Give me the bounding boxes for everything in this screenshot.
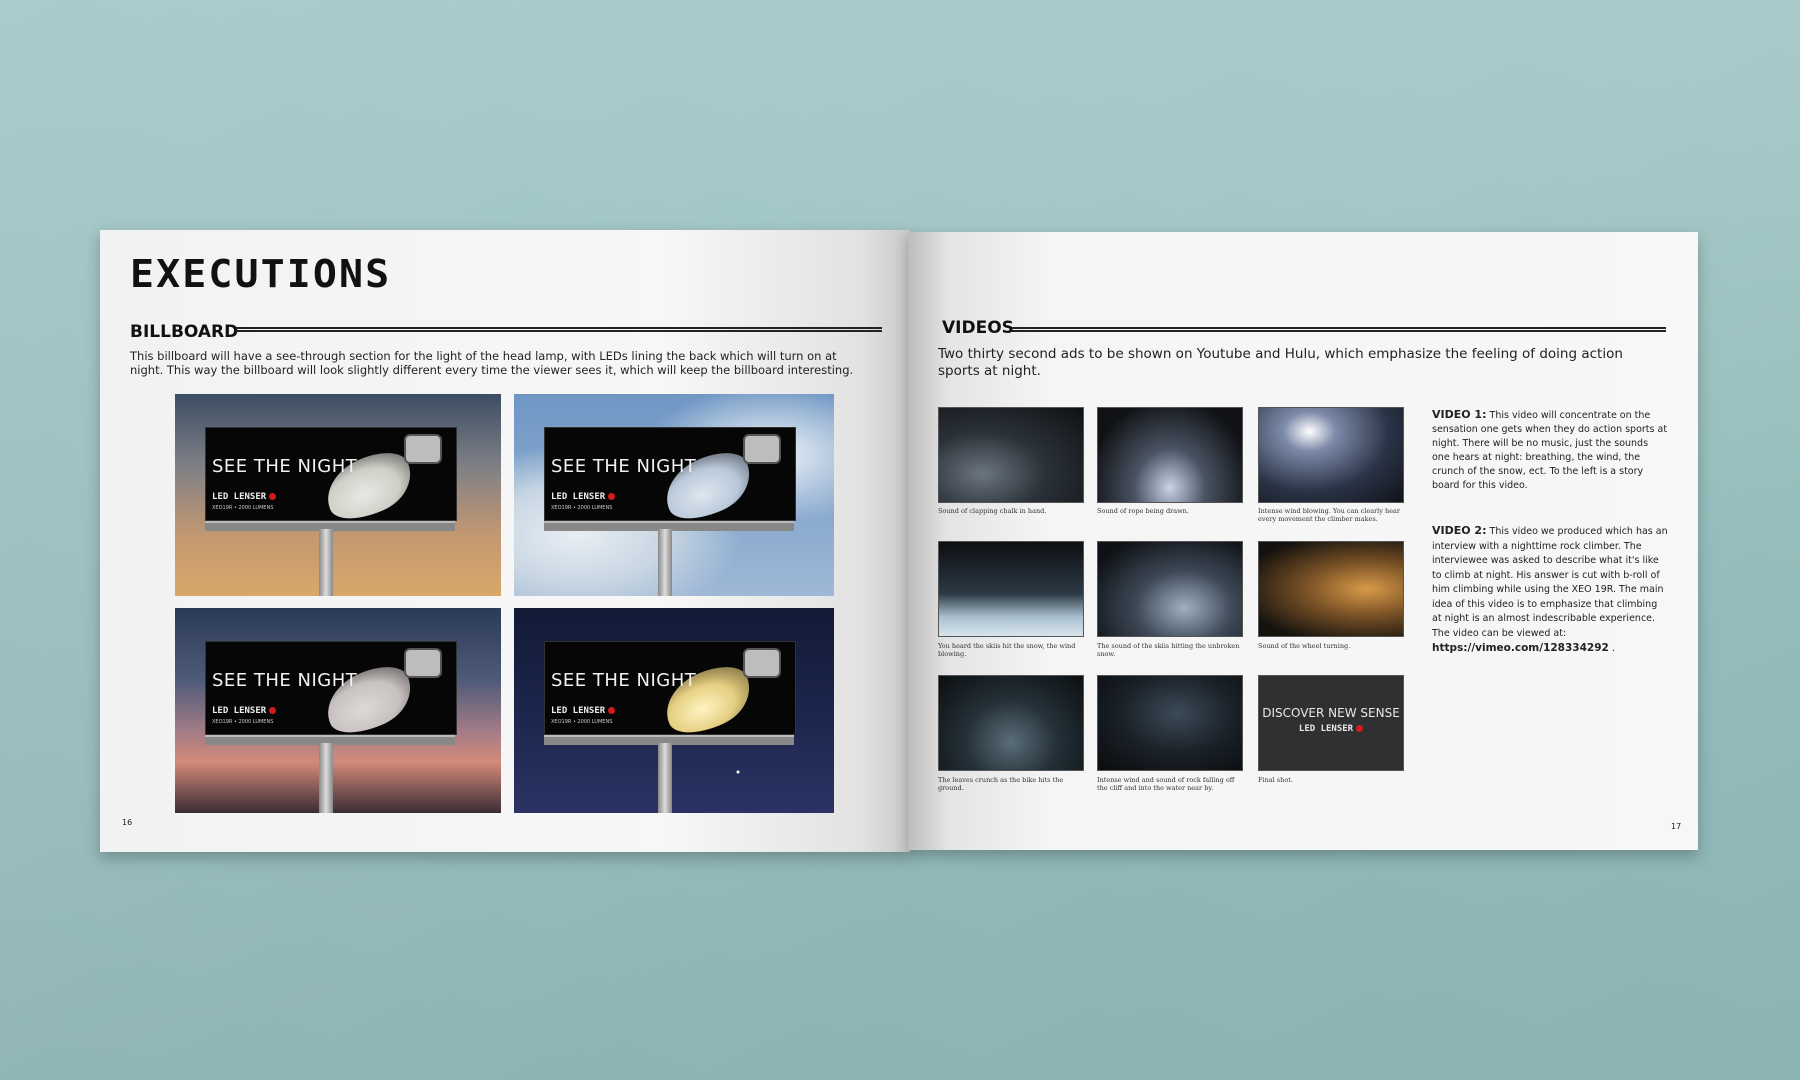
brand-logo: LED LENSER	[212, 492, 277, 502]
billboard-pole	[319, 743, 333, 813]
billboard-headline: SEE THE NIGHT	[212, 456, 358, 477]
storyboard-frame-1	[938, 407, 1084, 503]
storyboard-caption-6: Sound of the wheel turning.	[1258, 642, 1351, 650]
billboard-headline: SEE THE NIGHT	[551, 456, 697, 477]
page-title: EXECUTIONS	[130, 252, 392, 296]
logo-dot-icon	[269, 493, 277, 500]
brand-text: LED LENSER	[551, 706, 606, 716]
billboard-heading: BILLBOARD	[130, 322, 239, 342]
billboard-image-clouds: SEE THE NIGHT LED LENSER XEO19R • 2000 L…	[514, 394, 834, 596]
video2-label: VIDEO 2:	[1432, 524, 1487, 537]
videos-description: Two thirty second ads to be shown on You…	[938, 346, 1623, 379]
model-text: XEO19R • 2000 LUMENS	[551, 719, 613, 725]
brand-text: LED LENSER	[212, 492, 267, 502]
billboard-image-dusk: SEE THE NIGHT LED LENSER XEO19R • 2000 L…	[175, 608, 501, 813]
storyboard-frame-2	[1097, 407, 1243, 503]
storyboard-frame-final: DISCOVER NEW SENSE LED LENSER	[1258, 675, 1404, 771]
billboard-panel: SEE THE NIGHT LED LENSER XEO19R • 2000 L…	[205, 427, 457, 531]
billboard-headline: SEE THE NIGHT	[212, 670, 358, 691]
storyboard-caption-2: Sound of rope being drawn.	[1097, 507, 1189, 515]
storyboard-frame-8	[1097, 675, 1243, 771]
billboard-description: This billboard will have a see-through s…	[130, 349, 854, 377]
billboard-panel: SEE THE NIGHT LED LENSER XEO19R • 2000 L…	[544, 427, 796, 531]
storyboard-caption-3: Intense wind blowing. You can clearly he…	[1258, 507, 1401, 523]
billboard-image-sunset: SEE THE NIGHT LED LENSER XEO19R • 2000 L…	[175, 394, 501, 596]
headlamp-icon	[743, 648, 781, 678]
heading-rule	[1012, 327, 1666, 332]
billboard-panel: SEE THE NIGHT LED LENSER XEO19R • 2000 L…	[544, 641, 796, 745]
final-shot-brand: LED LENSER	[1259, 724, 1403, 734]
brand-logo: LED LENSER	[212, 706, 277, 716]
brand-text: LED LENSER	[212, 706, 267, 716]
final-shot-text: DISCOVER NEW SENSE	[1262, 706, 1400, 720]
brand-text: LED LENSER	[551, 492, 606, 502]
page-number-right: 17	[1671, 822, 1682, 831]
storyboard-caption-5: The sound of the skiis hitting the unbro…	[1097, 642, 1240, 658]
storyboard-caption-1: Sound of clapping chalk in hand.	[938, 507, 1047, 515]
logo-dot-icon	[608, 493, 616, 500]
video2-block: VIDEO 2: This video we produced which ha…	[1432, 524, 1668, 657]
headlamp-icon	[743, 434, 781, 464]
logo-dot-icon	[608, 707, 616, 714]
video2-link-suffix: .	[1608, 643, 1615, 654]
storyboard-frame-4	[938, 541, 1084, 637]
billboard-pole	[658, 743, 672, 813]
storyboard-frame-7	[938, 675, 1084, 771]
billboard-headline: SEE THE NIGHT	[551, 670, 697, 691]
model-text: XEO19R • 2000 LUMENS	[551, 505, 613, 511]
brand-logo: LED LENSER	[551, 492, 616, 502]
billboard-panel: SEE THE NIGHT LED LENSER XEO19R • 2000 L…	[205, 641, 457, 745]
logo-dot-icon	[269, 707, 277, 714]
headlamp-icon	[404, 648, 442, 678]
storyboard-frame-3	[1258, 407, 1404, 503]
billboard-pole	[658, 529, 672, 596]
storyboard-caption-4: You heard the skiis hit the snow, the wi…	[938, 642, 1076, 658]
video1-block: VIDEO 1: This video will concentrate on …	[1432, 408, 1668, 493]
video1-label: VIDEO 1:	[1432, 408, 1487, 421]
page-number-left: 16	[122, 818, 133, 827]
billboard-image-night: SEE THE NIGHT LED LENSER XEO19R • 2000 L…	[514, 608, 834, 813]
storyboard-frame-5	[1097, 541, 1243, 637]
storyboard-caption-9: Final shot.	[1258, 776, 1293, 784]
video2-link[interactable]: https://vimeo.com/128334292	[1432, 642, 1609, 654]
video2-text: This video we produced which has an inte…	[1432, 526, 1668, 639]
headlamp-icon	[404, 434, 442, 464]
model-text: XEO19R • 2000 LUMENS	[212, 505, 274, 511]
model-text: XEO19R • 2000 LUMENS	[212, 719, 274, 725]
storyboard-caption-8: Intense wind and sound of rock falling o…	[1097, 776, 1235, 792]
storyboard-frame-6	[1258, 541, 1404, 637]
logo-dot-icon	[1356, 725, 1364, 732]
brand-logo: LED LENSER	[551, 706, 616, 716]
final-brand-text: LED LENSER	[1298, 724, 1354, 734]
videos-heading: VIDEOS	[942, 318, 1014, 338]
heading-rule	[236, 327, 882, 332]
billboard-pole	[319, 529, 333, 596]
video1-text: This video will concentrate on the sensa…	[1432, 410, 1668, 491]
storyboard-caption-7: The leaves crunch as the bike hits the g…	[938, 776, 1064, 792]
